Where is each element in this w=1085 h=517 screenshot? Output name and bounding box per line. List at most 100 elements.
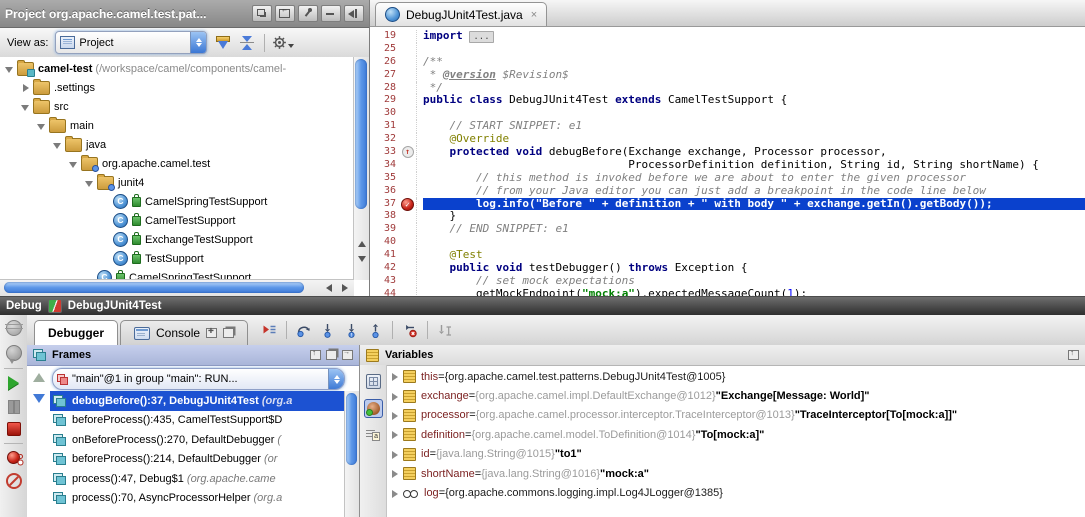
gutter[interactable] [399,43,417,56]
stack-frame-row[interactable]: beforeProcess():435, CamelTestSupport$D [50,411,359,431]
gutter[interactable] [399,146,417,159]
tree-expander-icon[interactable] [52,140,62,150]
scroll-up-icon[interactable] [355,237,368,250]
code-text[interactable]: ProcessorDefinition definition, String i… [423,159,1085,172]
line-number[interactable]: 35 [370,172,399,185]
line-number[interactable]: 37 [370,198,399,211]
tree-row[interactable]: camel-test (/workspace/camel/components/… [0,59,354,78]
tree-row[interactable]: org.apache.camel.test [0,154,354,173]
tree-expander-icon[interactable] [84,178,94,188]
code-line[interactable]: 30 [370,107,1085,120]
tree-expander-icon[interactable] [68,159,78,169]
code-line[interactable]: 37 log.info("Before " + definition + " w… [370,198,1085,211]
code-text[interactable]: // from your Java editor you can just ad… [423,185,1085,198]
view-as-select[interactable]: Project [55,31,207,54]
code-text[interactable]: /** [423,56,1085,69]
code-line[interactable]: 28 */ [370,82,1085,95]
tree-vertical-scrollbar[interactable] [353,57,369,280]
code-line[interactable]: 40 [370,236,1085,249]
tree-row[interactable]: ExchangeTestSupport [0,230,354,249]
select-stepper-icon[interactable] [328,369,344,390]
next-frame-icon[interactable] [33,394,45,403]
line-number[interactable]: 32 [370,133,399,146]
code-line[interactable]: 26 /** [370,56,1085,69]
pin-console-icon[interactable] [206,328,217,338]
line-number[interactable]: 42 [370,262,399,275]
code-line[interactable]: 41 @Test [370,249,1085,262]
code-text[interactable]: @Override [423,133,1085,146]
run-to-cursor-icon[interactable] [437,323,453,338]
evaluate-expression-icon[interactable] [363,371,384,392]
tab-debugger[interactable]: Debugger [34,320,118,345]
gutter[interactable] [399,94,417,107]
gutter[interactable] [399,172,417,185]
step-over-icon[interactable] [296,323,311,338]
thread-select[interactable]: "main"@1 in group "main": RUN... [52,368,345,390]
code-line[interactable]: 43 // set mock expectations [370,275,1085,288]
line-number[interactable]: 26 [370,56,399,69]
code-line[interactable]: 27 * @version $Revision$ [370,69,1085,82]
scrollbar-thumb[interactable] [355,59,367,209]
code-text[interactable]: protected void debugBefore(Exchange exch… [423,146,1085,159]
scroll-left-icon[interactable] [322,281,336,294]
variable-row[interactable]: log = {org.apache.commons.logging.impl.L… [386,483,1085,502]
select-stepper-icon[interactable] [190,32,206,53]
code-text[interactable]: // END SNIPPET: e1 [423,223,1085,236]
force-step-into-icon[interactable]: ! [344,323,359,338]
code-line[interactable]: 39 // END SNIPPET: e1 [370,223,1085,236]
code-line[interactable]: 31 // START SNIPPET: e1 [370,120,1085,133]
code-line[interactable]: 35 // this method is invoked before we a… [370,172,1085,185]
gutter[interactable] [399,82,417,95]
gutter[interactable] [399,133,417,146]
line-number[interactable]: 36 [370,185,399,198]
code-text[interactable]: public class DebugJUnit4Test extends Cam… [423,94,1085,107]
pause-program-icon[interactable] [7,399,21,413]
line-number[interactable]: 40 [370,236,399,249]
stack-frame-row[interactable]: process():47, Debug$1 (org.apache.came [50,469,359,489]
line-number[interactable]: 19 [370,30,399,43]
tree-row[interactable]: main [0,116,354,135]
gutter[interactable] [399,236,417,249]
code-text[interactable]: // this method is invoked before we are … [423,172,1085,185]
tree-expander-icon[interactable] [36,121,46,131]
previous-frame-icon[interactable] [33,373,45,382]
gutter[interactable] [399,185,417,198]
code-text[interactable]: // START SNIPPET: e1 [423,120,1085,133]
expand-all-icon[interactable] [214,35,232,51]
gutter[interactable] [399,107,417,120]
code-line[interactable]: 36 // from your Java editor you can just… [370,185,1085,198]
scrollbar-thumb[interactable] [4,282,304,293]
line-number[interactable]: 38 [370,210,399,223]
code-line[interactable]: 44 getMockEndpoint("mock:a").expectedMes… [370,288,1085,296]
stack-frame-row[interactable]: debugBefore():37, DebugJUnit4Test (org.a [50,391,359,411]
line-number[interactable]: 43 [370,275,399,288]
rerun-debug-icon[interactable] [6,320,22,336]
stack-frame-row[interactable]: beforeProcess():214, DefaultDebugger (or [50,450,359,470]
gutter[interactable] [399,69,417,82]
override-marker-icon[interactable] [402,146,414,158]
line-number[interactable]: 33 [370,146,399,159]
minimize-icon[interactable] [321,5,341,22]
tree-expander-icon[interactable] [4,64,14,74]
stop-icon[interactable] [7,422,21,436]
line-number[interactable]: 30 [370,107,399,120]
line-number[interactable]: 31 [370,120,399,133]
gutter[interactable] [399,288,417,296]
code-text[interactable]: import ... [423,30,1085,44]
hide-frames-icon[interactable] [342,350,353,360]
code-text[interactable]: getMockEndpoint("mock:a").expectedMessag… [423,288,1085,296]
gutter[interactable] [399,249,417,262]
code-line[interactable]: 38 } [370,210,1085,223]
tree-row[interactable]: src [0,97,354,116]
gutter[interactable] [399,223,417,236]
gutter[interactable] [399,210,417,223]
code-text[interactable]: @Test [423,249,1085,262]
code-editor[interactable]: 19 import ... 25 26 [370,26,1085,296]
mute-breakpoints-icon[interactable] [6,473,22,489]
tree-row[interactable]: junit4 [0,173,354,192]
popup-frames-icon[interactable] [310,350,321,360]
gutter[interactable] [399,262,417,275]
tree-row[interactable]: java [0,135,354,154]
gutter[interactable] [399,275,417,288]
line-number[interactable]: 29 [370,94,399,107]
